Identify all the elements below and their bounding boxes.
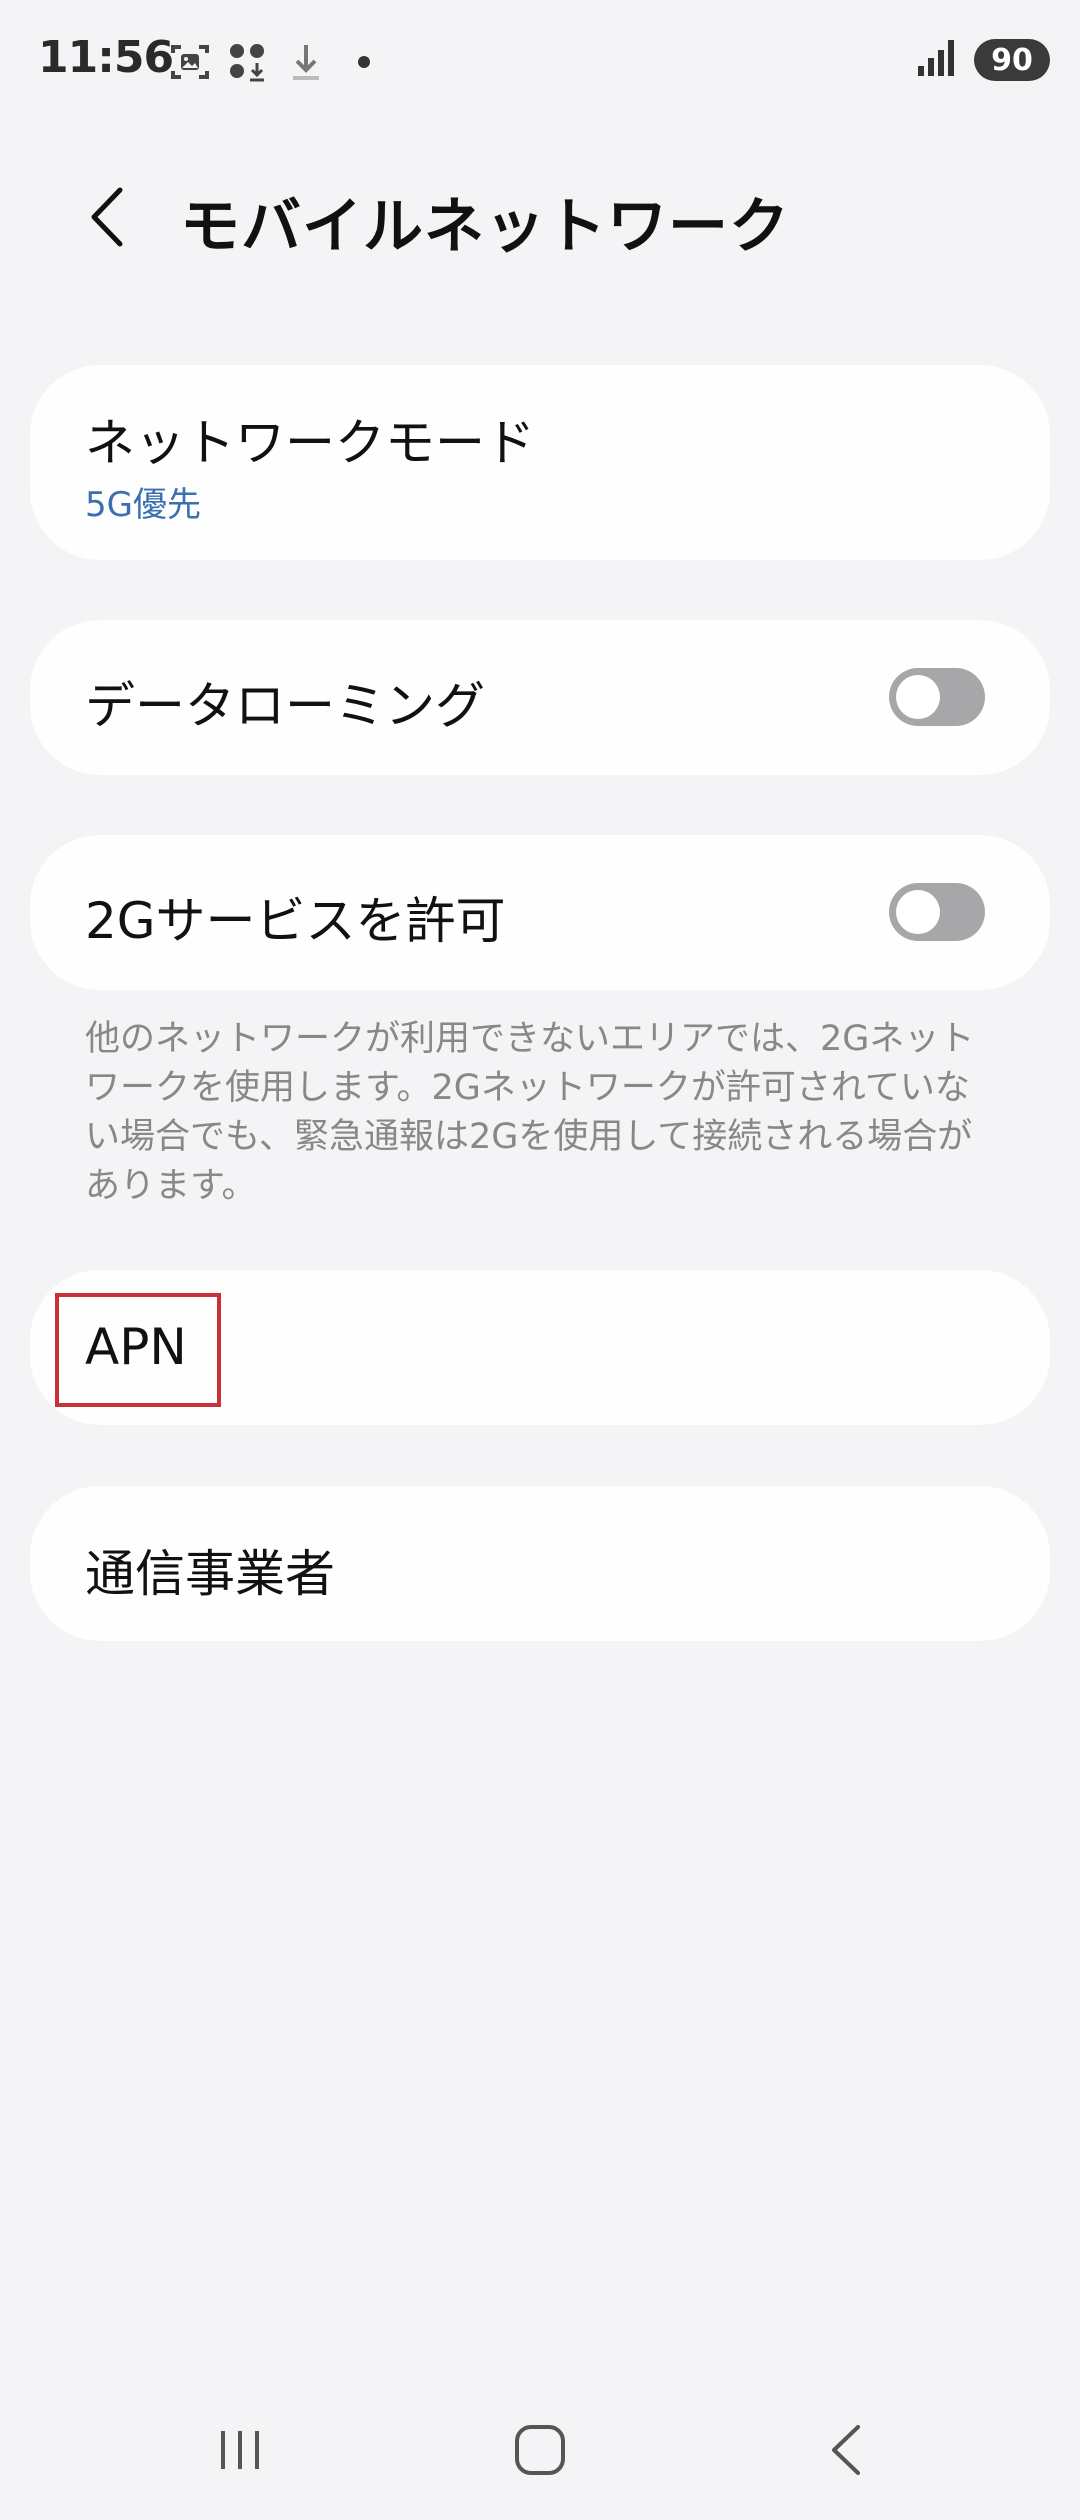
- toggle-knob: [896, 675, 940, 719]
- nav-back-button[interactable]: [806, 2420, 886, 2480]
- recent-apps-button[interactable]: [200, 2420, 280, 2480]
- battery-icon: 90: [974, 39, 1050, 81]
- download-icon: [284, 40, 328, 84]
- allow-2g-item[interactable]: 2Gサービスを許可: [30, 835, 1050, 990]
- network-mode-item[interactable]: ネットワークモード 5G優先: [30, 365, 1050, 560]
- chevron-left-icon: [91, 187, 123, 247]
- home-icon: [515, 2425, 565, 2475]
- status-notification-icons: [168, 40, 386, 84]
- back-button[interactable]: [72, 182, 142, 252]
- status-time: 11:56: [38, 32, 174, 83]
- apn-highlight-box: [55, 1293, 221, 1407]
- allow-2g-label: 2Gサービスを許可: [85, 892, 506, 950]
- allow-2g-toggle[interactable]: [889, 883, 985, 941]
- data-roaming-item[interactable]: データローミング: [30, 620, 1050, 775]
- allow-2g-description: 他のネットワークが利用できないエリアでは、2Gネットワークを使用します。2Gネッ…: [85, 1019, 975, 1206]
- screenshot-icon: [168, 40, 212, 84]
- status-bar: 11:56 90: [0, 0, 1080, 120]
- signal-icon: [916, 38, 956, 82]
- navigation-bar: [0, 2400, 1080, 2500]
- carrier-item[interactable]: 通信事業者: [30, 1486, 1050, 1641]
- network-mode-label: ネットワークモード: [85, 414, 535, 472]
- home-button[interactable]: [500, 2420, 580, 2480]
- back-icon: [832, 2425, 860, 2475]
- apps-download-icon: [226, 40, 270, 84]
- carrier-label: 通信事業者: [85, 1545, 335, 1603]
- toggle-knob: [896, 890, 940, 934]
- dot-icon: [342, 40, 386, 84]
- status-right: 90: [916, 38, 1050, 82]
- data-roaming-label: データローミング: [85, 677, 485, 735]
- recent-apps-icon: [221, 2431, 259, 2469]
- data-roaming-toggle[interactable]: [889, 668, 985, 726]
- network-mode-value: 5G優先: [85, 485, 201, 525]
- page-title: モバイルネットワーク: [180, 192, 790, 262]
- app-header: モバイルネットワーク: [0, 160, 1080, 270]
